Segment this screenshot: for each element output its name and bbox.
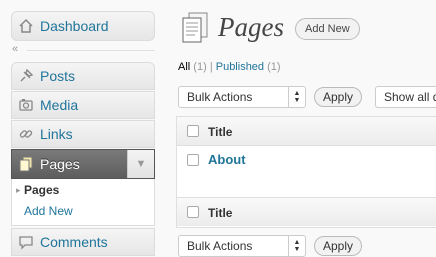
collapse-menu-separator[interactable]: « (11, 43, 155, 55)
date-filter-value: Show all d (384, 90, 436, 104)
status-filter-links: All (1) | Published (1) (178, 61, 281, 73)
menu-dashboard-label: Dashboard (40, 18, 109, 34)
select-all-checkbox[interactable] (187, 125, 199, 137)
bulk-actions-value-bottom: Bulk Actions (187, 239, 253, 253)
select-arrows-icon-bottom: ▲ ▼ (288, 236, 305, 256)
filter-all[interactable]: All (178, 61, 190, 73)
row-title-link[interactable]: About (208, 152, 246, 167)
speech-bubble-icon (18, 234, 34, 250)
menu-dashboard[interactable]: Dashboard (11, 11, 155, 41)
admin-sidebar: Dashboard « Posts Media Links Pages ▼ ▸ … (0, 0, 158, 256)
menu-comments-label: Comments (40, 234, 108, 250)
menu-pages-current[interactable]: Pages ▼ (11, 149, 155, 179)
date-filter-select[interactable]: Show all d (375, 86, 436, 108)
filter-published[interactable]: Published (216, 61, 264, 73)
home-icon (18, 18, 34, 34)
add-new-button[interactable]: Add New (295, 18, 360, 40)
camera-icon (18, 97, 34, 113)
submenu-toggle-arrow-icon[interactable]: ▼ (127, 150, 154, 178)
current-item-arrow-icon: ▸ (16, 185, 21, 195)
filter-separator: | (209, 61, 213, 73)
pages-icon (18, 156, 34, 172)
submenu-pages[interactable]: Pages (24, 183, 59, 197)
pages-table: Title About Title (176, 116, 436, 228)
filter-all-count: (1) (193, 61, 207, 73)
menu-links[interactable]: Links (11, 120, 155, 148)
pages-submenu: ▸ Pages Add New (11, 179, 155, 226)
filter-published-count: (1) (267, 61, 281, 73)
menu-comments[interactable]: Comments (11, 228, 155, 256)
pages-header-icon (180, 12, 210, 44)
bulk-actions-select[interactable]: Bulk Actions ▲ ▼ (178, 86, 306, 108)
bulk-actions-value: Bulk Actions (187, 90, 253, 104)
row-checkbox[interactable] (187, 154, 199, 166)
menu-links-label: Links (40, 126, 73, 142)
column-title-header[interactable]: Title (208, 125, 232, 139)
page-title: Pages (218, 12, 284, 42)
apply-button-bottom[interactable]: Apply (314, 236, 363, 256)
column-title-footer[interactable]: Title (208, 206, 232, 220)
menu-pages-label: Pages (40, 156, 80, 172)
submenu-add-new[interactable]: Add New (24, 204, 73, 218)
menu-media-label: Media (40, 97, 79, 113)
menu-posts[interactable]: Posts (11, 62, 155, 90)
menu-posts-label: Posts (40, 68, 76, 84)
menu-media[interactable]: Media (11, 91, 155, 119)
select-arrows-icon: ▲ ▼ (288, 87, 305, 107)
chain-link-icon (18, 126, 34, 142)
apply-button[interactable]: Apply (314, 87, 363, 107)
collapse-arrow-icon[interactable]: « (12, 43, 18, 55)
table-footer: Title (177, 197, 436, 226)
table-header: Title (177, 117, 436, 146)
bulk-actions-select-bottom[interactable]: Bulk Actions ▲ ▼ (178, 235, 306, 257)
select-all-checkbox-footer[interactable] (187, 206, 199, 218)
pushpin-icon (18, 68, 34, 84)
main-content: Pages Add New All (1) | Published (1) Bu… (158, 0, 436, 257)
